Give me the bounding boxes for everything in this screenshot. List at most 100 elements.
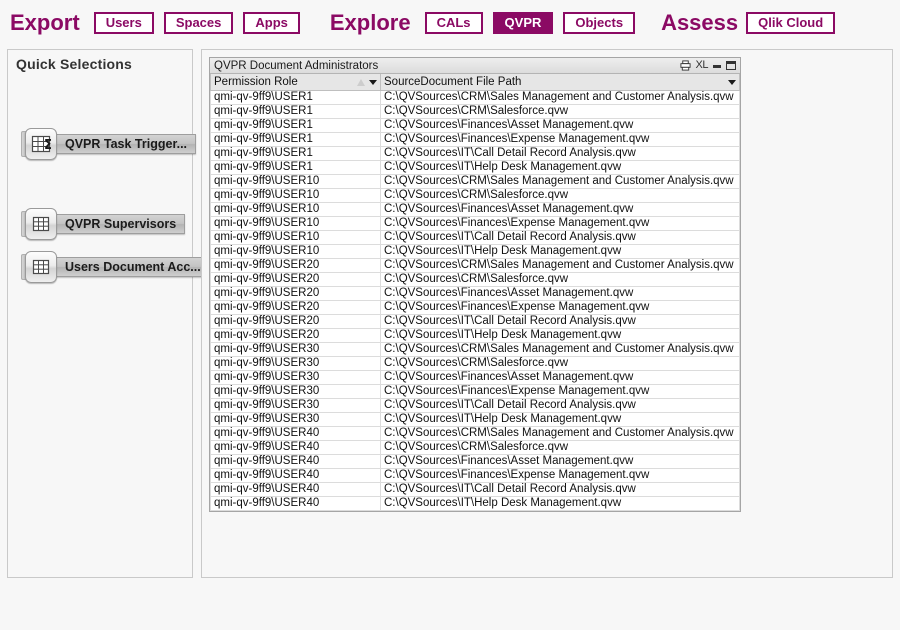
table-row[interactable]: qmi-qv-9ff9\USER20 C:\QVSources\Finances\… [210,286,740,301]
cell-permission-role[interactable]: qmi-qv-9ff9\USER20 [210,314,381,329]
excel-export-icon[interactable]: XL [696,60,709,71]
print-icon[interactable] [679,60,691,71]
cell-permission-role[interactable]: qmi-qv-9ff9\USER10 [210,230,381,245]
nav-button-users[interactable]: Users [93,11,154,34]
column-header-sourcedocument-file-path[interactable]: SourceDocument File Path [380,74,740,91]
table-row[interactable]: qmi-qv-9ff9\USER1 C:\QVSources\IT\Call De… [210,146,740,161]
cell-permission-role[interactable]: qmi-qv-9ff9\USER10 [210,174,381,189]
cell-sourcedocument-file-path[interactable]: C:\QVSources\Finances\Asset Management.q… [380,286,740,301]
cell-sourcedocument-file-path[interactable]: C:\QVSources\CRM\Sales Management and Cu… [380,174,740,189]
cell-permission-role[interactable]: qmi-qv-9ff9\USER20 [210,258,381,273]
cell-permission-role[interactable]: qmi-qv-9ff9\USER1 [210,104,381,119]
sidebar-item-qvpr-supervisors[interactable]: QVPR Supervisors [21,208,186,240]
table-row[interactable]: qmi-qv-9ff9\USER30 C:\QVSources\CRM\Sales… [210,342,740,357]
cell-permission-role[interactable]: qmi-qv-9ff9\USER1 [210,132,381,147]
cell-sourcedocument-file-path[interactable]: C:\QVSources\IT\Call Detail Record Analy… [380,398,740,413]
cell-sourcedocument-file-path[interactable]: C:\QVSources\Finances\Asset Management.q… [380,454,740,469]
table-row[interactable]: qmi-qv-9ff9\USER10 C:\QVSources\IT\Call D… [210,230,740,245]
cell-permission-role[interactable]: qmi-qv-9ff9\USER20 [210,300,381,315]
cell-permission-role[interactable]: qmi-qv-9ff9\USER10 [210,244,381,259]
cell-sourcedocument-file-path[interactable]: C:\QVSources\IT\Help Desk Management.qvw [380,412,740,427]
cell-sourcedocument-file-path[interactable]: C:\QVSources\CRM\Sales Management and Cu… [380,258,740,273]
cell-sourcedocument-file-path[interactable]: C:\QVSources\Finances\Expense Management… [380,216,740,231]
minimize-icon[interactable] [713,65,721,68]
cell-sourcedocument-file-path[interactable]: C:\QVSources\Finances\Asset Management.q… [380,202,740,217]
cell-permission-role[interactable]: qmi-qv-9ff9\USER40 [210,482,381,497]
table-row[interactable]: qmi-qv-9ff9\USER40 C:\QVSources\IT\Call D… [210,482,740,497]
cell-sourcedocument-file-path[interactable]: C:\QVSources\CRM\Salesforce.qvw [380,356,740,371]
maximize-icon[interactable] [726,61,736,70]
cell-sourcedocument-file-path[interactable]: C:\QVSources\CRM\Salesforce.qvw [380,188,740,203]
cell-permission-role[interactable]: qmi-qv-9ff9\USER40 [210,426,381,441]
table-row[interactable]: qmi-qv-9ff9\USER30 C:\QVSources\IT\Call D… [210,398,740,413]
nav-button-apps[interactable]: Apps [243,11,300,34]
table-row[interactable]: qmi-qv-9ff9\USER1 C:\QVSources\Finances\E… [210,132,740,147]
chevron-down-icon[interactable] [369,79,377,85]
table-row[interactable]: qmi-qv-9ff9\USER20 C:\QVSources\Finances\… [210,300,740,315]
cell-permission-role[interactable]: qmi-qv-9ff9\USER20 [210,272,381,287]
cell-sourcedocument-file-path[interactable]: C:\QVSources\IT\Call Detail Record Analy… [380,230,740,245]
nav-button-qlik-cloud[interactable]: Qlik Cloud [746,11,836,34]
table-row[interactable]: qmi-qv-9ff9\USER40 C:\QVSources\CRM\Sales… [210,440,740,455]
cell-permission-role[interactable]: qmi-qv-9ff9\USER40 [210,440,381,455]
cell-sourcedocument-file-path[interactable]: C:\QVSources\IT\Call Detail Record Analy… [380,314,740,329]
cell-sourcedocument-file-path[interactable]: C:\QVSources\Finances\Expense Management… [380,384,740,399]
cell-sourcedocument-file-path[interactable]: C:\QVSources\Finances\Expense Management… [380,468,740,483]
table-row[interactable]: qmi-qv-9ff9\USER10 C:\QVSources\CRM\Sales… [210,174,740,189]
cell-permission-role[interactable]: qmi-qv-9ff9\USER10 [210,202,381,217]
cell-permission-role[interactable]: qmi-qv-9ff9\USER30 [210,356,381,371]
cell-sourcedocument-file-path[interactable]: C:\QVSources\CRM\Salesforce.qvw [380,440,740,455]
table-row[interactable]: qmi-qv-9ff9\USER10 C:\QVSources\Finances\… [210,202,740,217]
cell-permission-role[interactable]: qmi-qv-9ff9\USER10 [210,216,381,231]
cell-sourcedocument-file-path[interactable]: C:\QVSources\IT\Help Desk Management.qvw [380,160,740,175]
cell-permission-role[interactable]: qmi-qv-9ff9\USER40 [210,454,381,469]
chevron-down-icon[interactable] [728,79,736,85]
cell-permission-role[interactable]: qmi-qv-9ff9\USER10 [210,188,381,203]
cell-sourcedocument-file-path[interactable]: C:\QVSources\CRM\Sales Management and Cu… [380,342,740,357]
cell-sourcedocument-file-path[interactable]: C:\QVSources\IT\Help Desk Management.qvw [380,244,740,259]
cell-sourcedocument-file-path[interactable]: C:\QVSources\Finances\Asset Management.q… [380,370,740,385]
table-row[interactable]: qmi-qv-9ff9\USER40 C:\QVSources\Finances\… [210,454,740,469]
nav-button-cals[interactable]: CALs [424,11,483,34]
table-row[interactable]: qmi-qv-9ff9\USER20 C:\QVSources\CRM\Sales… [210,272,740,287]
table-row[interactable]: qmi-qv-9ff9\USER20 C:\QVSources\CRM\Sales… [210,258,740,273]
sidebar-item-qvpr-task-trigger[interactable]: Σ QVPR Task Trigger... [21,128,197,160]
cell-sourcedocument-file-path[interactable]: C:\QVSources\CRM\Sales Management and Cu… [380,426,740,441]
table-row[interactable]: qmi-qv-9ff9\USER30 C:\QVSources\Finances\… [210,384,740,399]
cell-sourcedocument-file-path[interactable]: C:\QVSources\IT\Help Desk Management.qvw [380,496,740,511]
sort-ascending-icon[interactable] [357,78,365,86]
cell-permission-role[interactable]: qmi-qv-9ff9\USER1 [210,90,381,105]
cell-sourcedocument-file-path[interactable]: C:\QVSources\IT\Call Detail Record Analy… [380,482,740,497]
cell-permission-role[interactable]: qmi-qv-9ff9\USER1 [210,118,381,133]
cell-permission-role[interactable]: qmi-qv-9ff9\USER30 [210,384,381,399]
table-row[interactable]: qmi-qv-9ff9\USER1 C:\QVSources\CRM\Salesf… [210,104,740,119]
cell-permission-role[interactable]: qmi-qv-9ff9\USER30 [210,342,381,357]
table-row[interactable]: qmi-qv-9ff9\USER40 C:\QVSources\Finances\… [210,468,740,483]
table-row[interactable]: qmi-qv-9ff9\USER10 C:\QVSources\Finances\… [210,216,740,231]
table-row[interactable]: qmi-qv-9ff9\USER20 C:\QVSources\IT\Help D… [210,328,740,343]
cell-sourcedocument-file-path[interactable]: C:\QVSources\Finances\Asset Management.q… [380,118,740,133]
cell-permission-role[interactable]: qmi-qv-9ff9\USER20 [210,286,381,301]
sidebar-item-users-document-access[interactable]: Users Document Acc... [21,251,210,283]
nav-button-spaces[interactable]: Spaces [163,11,234,34]
table-row[interactable]: qmi-qv-9ff9\USER1 C:\QVSources\Finances\A… [210,118,740,133]
cell-permission-role[interactable]: qmi-qv-9ff9\USER30 [210,412,381,427]
cell-sourcedocument-file-path[interactable]: C:\QVSources\CRM\Salesforce.qvw [380,104,740,119]
table-row[interactable]: qmi-qv-9ff9\USER10 C:\QVSources\IT\Help D… [210,244,740,259]
cell-permission-role[interactable]: qmi-qv-9ff9\USER20 [210,328,381,343]
nav-button-objects[interactable]: Objects [563,11,636,34]
column-header-permission-role[interactable]: Permission Role [210,74,381,91]
cell-permission-role[interactable]: qmi-qv-9ff9\USER40 [210,468,381,483]
table-row[interactable]: qmi-qv-9ff9\USER30 C:\QVSources\IT\Help D… [210,412,740,427]
cell-sourcedocument-file-path[interactable]: C:\QVSources\Finances\Expense Management… [380,300,740,315]
table-row[interactable]: qmi-qv-9ff9\USER1 C:\QVSources\IT\Help De… [210,160,740,175]
table-row[interactable]: qmi-qv-9ff9\USER10 C:\QVSources\CRM\Sales… [210,188,740,203]
cell-sourcedocument-file-path[interactable]: C:\QVSources\CRM\Salesforce.qvw [380,272,740,287]
cell-permission-role[interactable]: qmi-qv-9ff9\USER40 [210,496,381,511]
cell-permission-role[interactable]: qmi-qv-9ff9\USER1 [210,146,381,161]
table-row[interactable]: qmi-qv-9ff9\USER30 C:\QVSources\Finances\… [210,370,740,385]
cell-sourcedocument-file-path[interactable]: C:\QVSources\IT\Call Detail Record Analy… [380,146,740,161]
table-row[interactable]: qmi-qv-9ff9\USER30 C:\QVSources\CRM\Sales… [210,356,740,371]
cell-sourcedocument-file-path[interactable]: C:\QVSources\IT\Help Desk Management.qvw [380,328,740,343]
cell-sourcedocument-file-path[interactable]: C:\QVSources\CRM\Sales Management and Cu… [380,90,740,105]
